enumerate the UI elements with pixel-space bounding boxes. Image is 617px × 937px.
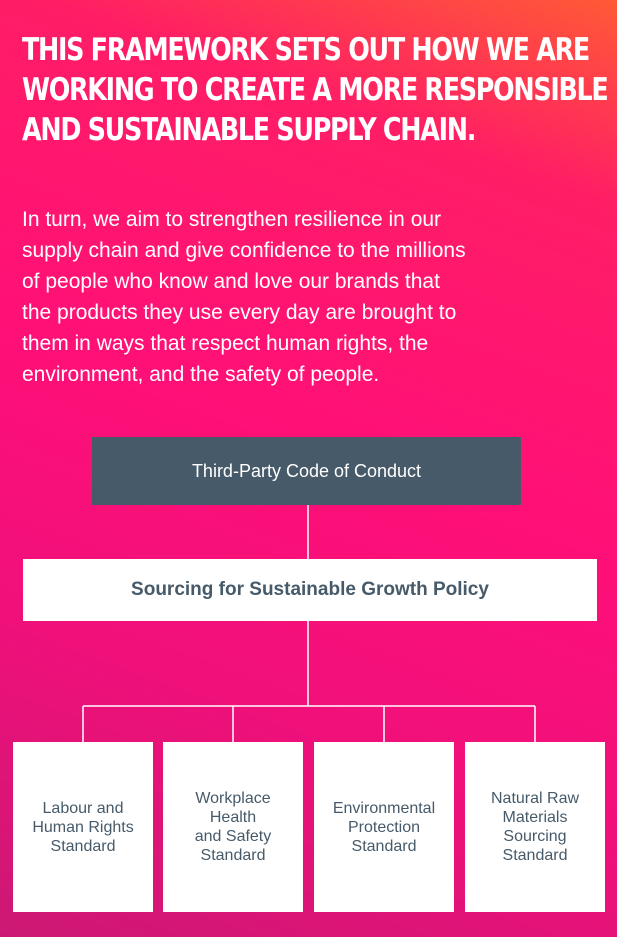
- standard-label: Environmental Protection Standard: [332, 799, 436, 855]
- code-of-conduct-label: Third-Party Code of Conduct: [191, 460, 422, 481]
- standard-box-environmental: Environmental Protection Standard: [314, 742, 454, 912]
- standard-box-workplace-health: Workplace Health and Safety Standard: [163, 742, 303, 912]
- standard-box-raw-materials: Natural Raw Materials Sourcing Standard: [465, 742, 605, 912]
- standard-box-labour: Labour and Human Rights Standard: [13, 742, 153, 912]
- sourcing-policy-box: Sourcing for Sustainable Growth Policy: [23, 559, 597, 621]
- standard-label: Labour and Human Rights Standard: [32, 799, 134, 855]
- standard-label: Workplace Health and Safety Standard: [194, 790, 272, 864]
- code-of-conduct-box: Third-Party Code of Conduct: [92, 437, 521, 505]
- framework-panel: THIS FRAMEWORK SETS OUT HOW WE ARE WORKI…: [0, 0, 617, 937]
- standard-label: Natural Raw Materials Sourcing Standard: [490, 790, 580, 864]
- sourcing-policy-label: Sourcing for Sustainable Growth Policy: [131, 579, 489, 600]
